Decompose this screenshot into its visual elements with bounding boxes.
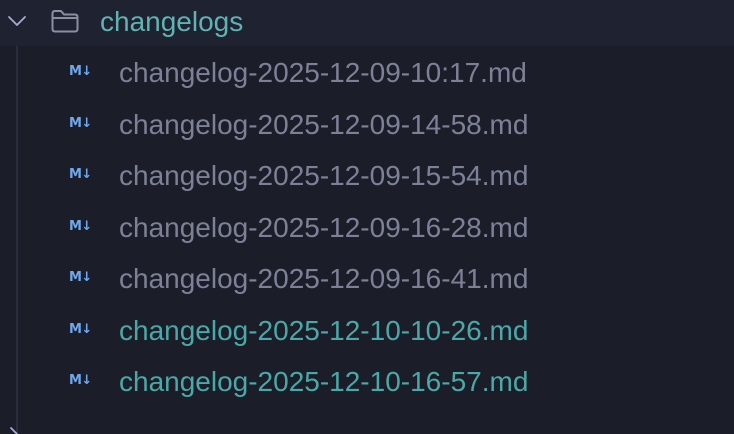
file-name: changelog-2025-12-09-16-41.md xyxy=(119,263,529,294)
file-row[interactable]: M↓ changelog-2025-12-09-15-54.md xyxy=(0,151,734,203)
file-explorer-panel: changelogs M↓ changelog-2025-12-09-10:17… xyxy=(0,0,734,434)
file-name: changelog-2025-12-09-15-54.md xyxy=(119,160,529,191)
folder-row-changelogs[interactable]: changelogs xyxy=(0,0,734,46)
file-row[interactable]: M↓ changelog-2025-12-10-10-26.md xyxy=(0,306,734,358)
file-name: changelog-2025-12-10-10-26.md xyxy=(119,314,529,346)
file-row[interactable]: M↓ changelog-2025-12-09-10:17.md xyxy=(0,48,734,100)
chevron-right-icon[interactable] xyxy=(6,426,22,434)
file-row[interactable]: M↓ changelog-2025-12-09-14-58.md xyxy=(0,100,734,152)
markdown-icon: M↓ xyxy=(69,373,92,388)
file-row[interactable]: M↓ changelog-2025-12-09-16-41.md xyxy=(0,254,734,306)
file-row[interactable]: M↓ changelog-2025-12-10-16-57.md xyxy=(0,357,734,409)
file-name: changelog-2025-12-09-14-58.md xyxy=(119,108,529,140)
file-name: changelog-2025-12-09-16-28.md xyxy=(119,211,529,243)
next-folder-row-partial[interactable] xyxy=(0,420,734,434)
file-list: M↓ changelog-2025-12-09-10:17.md M↓ chan… xyxy=(0,48,734,409)
markdown-icon: M↓ xyxy=(69,167,92,182)
folder-icon xyxy=(51,10,79,33)
file-name: changelog-2025-12-09-10:17.md xyxy=(119,57,527,88)
folder-name: changelogs xyxy=(100,6,244,37)
markdown-icon: M↓ xyxy=(69,64,92,79)
markdown-icon: M↓ xyxy=(69,321,92,337)
chevron-down-icon[interactable] xyxy=(6,10,28,32)
markdown-icon: M↓ xyxy=(69,270,92,285)
markdown-icon: M↓ xyxy=(69,218,92,234)
file-name: changelog-2025-12-10-16-57.md xyxy=(119,366,529,397)
markdown-icon: M↓ xyxy=(69,115,92,131)
file-row[interactable]: M↓ changelog-2025-12-09-16-28.md xyxy=(0,203,734,255)
